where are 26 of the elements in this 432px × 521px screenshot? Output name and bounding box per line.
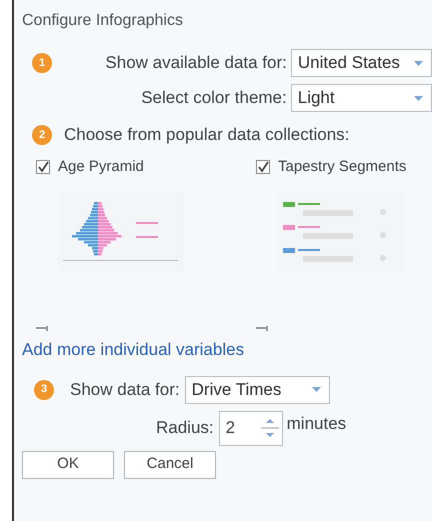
dialog-button[interactable]: Cancel <box>124 450 216 478</box>
dropdown[interactable]: Drive Times <box>184 376 330 404</box>
checkbox-label: Tapestry Segments <box>278 156 406 176</box>
dropdown[interactable]: United States <box>290 49 432 77</box>
step-badge: 3 <box>34 380 54 400</box>
checkbox[interactable] <box>256 160 270 174</box>
add-variables-link[interactable]: Add more individual variables <box>22 337 244 362</box>
dropdown-caret-icon <box>414 60 423 66</box>
checkbox-label: Age Pyramid <box>58 156 144 176</box>
dropdown[interactable]: Light <box>290 84 432 112</box>
field-label: Select color theme: <box>141 87 287 110</box>
number-spinner[interactable]: 2 <box>218 410 283 446</box>
dropdown-caret-icon <box>414 96 424 100</box>
unit-label: minutes <box>286 412 346 434</box>
step-badge: 2 <box>32 124 52 145</box>
field-label: Show data for: <box>70 378 180 401</box>
dialog-title: Configure Infographics <box>22 11 184 31</box>
resize-handle-icon <box>36 326 50 331</box>
resize-handle-icon <box>256 326 270 331</box>
section-label: Choose from popular data collections: <box>64 124 350 146</box>
step-badge: 1 <box>32 53 52 73</box>
dialog-button[interactable]: OK <box>22 450 114 478</box>
field-label: Show available data for: <box>105 52 287 74</box>
field-label: Radius: <box>156 417 214 440</box>
checkbox[interactable] <box>36 160 50 174</box>
dropdown-caret-icon <box>312 387 321 392</box>
